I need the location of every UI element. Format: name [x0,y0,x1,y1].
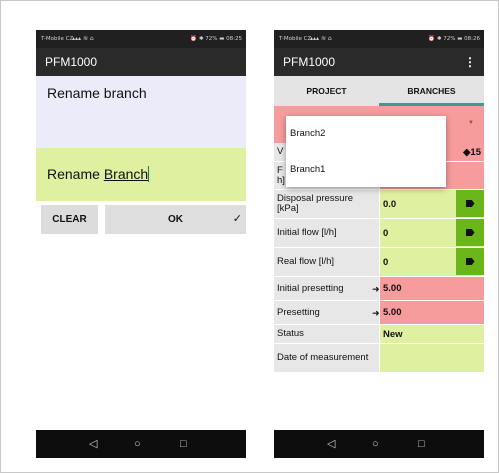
property-row-presetting: Presetting ➜ 5.00 [274,301,484,325]
back-icon[interactable]: ◁ [89,430,97,458]
ok-button[interactable]: OK ✓ [105,205,246,234]
tab-project[interactable]: PROJECT [274,76,379,106]
arrow-right-icon: ➜ [372,307,380,318]
recent-apps-icon[interactable]: □ [180,430,187,458]
nav-bar: ◁ ○ □ [274,430,484,458]
overflow-menu-icon[interactable]: ⋮ [464,48,476,76]
property-value: 0 [380,248,484,277]
measure-button[interactable] [456,219,484,246]
home-icon[interactable]: ○ [134,430,141,458]
property-row-status: Status New [274,325,484,344]
clear-button[interactable]: CLEAR [41,205,98,234]
property-label: Real flow [l/h] [274,248,379,277]
text-cursor [148,166,150,182]
property-value[interactable] [380,344,484,373]
measure-button[interactable] [456,190,484,217]
property-row-initial-flow: Initial flow [l/h] 0 [274,219,484,248]
property-label: Status [274,325,379,344]
dropdown-item-branch1[interactable]: Branch1 [286,152,446,187]
app-title: PFM1000 [283,55,336,69]
status-right: ⏰ ✱ 72% ▬ 08:26 [428,36,480,42]
app-title: PFM1000 [45,55,98,69]
tag-icon [465,200,475,207]
recent-apps-icon[interactable]: □ [418,430,425,458]
carrier-label: T-Mobile CZ [279,36,312,42]
property-label: Presetting ➜ [274,301,380,325]
tab-branches[interactable]: BRANCHES [379,76,484,106]
property-value: 0 [380,219,484,248]
arrow-right-icon: ➜ [372,283,380,294]
back-icon[interactable]: ◁ [327,430,335,458]
property-label: Initial presetting ➜ [274,277,380,301]
rename-input[interactable]: Rename Branch [36,148,246,201]
rename-input-edited: Branch [103,166,149,182]
nav-bar: ◁ ○ □ [36,430,246,458]
property-label: Disposal pressure [kPa] [274,190,379,219]
screenshot-frame: T-Mobile CZ ▴▴▴ ≋ ⌂ ⏰ ✱ 72% ▬ 08:25 PFM1… [0,0,499,473]
measure-button[interactable] [456,248,484,275]
branch-dropdown: Branch2 Branch1 [286,116,446,187]
status-right: ⏰ ✱ 72% ▬ 08:25 [190,36,242,42]
property-value: 0.0 [380,190,484,219]
property-label: Date of measurement [274,344,379,373]
home-icon[interactable]: ○ [372,430,379,458]
tag-icon [465,258,475,265]
property-row-initial-presetting: Initial presetting ➜ 5.00 [274,277,484,301]
signal-icon: ▴▴▴ ≋ ⌂ [310,35,332,42]
status-bar: T-Mobile CZ ▴▴▴ ≋ ⌂ ⏰ ✱ 72% ▬ 08:25 [36,30,246,48]
property-value[interactable]: 5.00 [380,277,484,301]
status-bar: T-Mobile CZ ▴▴▴ ≋ ⌂ ⏰ ✱ 72% ▬ 08:26 [274,30,484,48]
value-prefix-icon: ◆ [463,146,471,158]
property-value[interactable]: 5.00 [380,301,484,325]
property-label: Initial flow [l/h] [274,219,379,248]
tag-icon [465,229,475,236]
property-row-disposal-pressure: Disposal pressure [kPa] 0.0 [274,190,484,219]
signal-icon: ▴▴▴ ≋ ⌂ [72,35,94,42]
property-value: New [380,325,484,344]
dialog-title-text: Rename branch [47,85,147,101]
app-bar: PFM1000 [36,48,246,76]
property-row-real-flow: Real flow [l/h] 0 [274,248,484,277]
carrier-label: T-Mobile CZ [41,36,74,42]
dropdown-item-branch2[interactable]: Branch2 [286,116,446,151]
dialog-title: Rename branch [36,76,246,148]
ok-label: OK [168,214,183,225]
dropdown-arrow-icon: ▼ [468,120,474,126]
property-row-date: Date of measurement [274,344,484,373]
rename-input-prefix: Rename [47,166,104,182]
phone-rename-screen: T-Mobile CZ ▴▴▴ ≋ ⌂ ⏰ ✱ 72% ▬ 08:25 PFM1… [36,30,246,458]
check-icon: ✓ [232,213,242,225]
phone-branches-screen: T-Mobile CZ ▴▴▴ ≋ ⌂ ⏰ ✱ 72% ▬ 08:26 PFM1… [274,30,484,458]
app-bar: PFM1000 ⋮ [274,48,484,76]
tab-bar: PROJECT BRANCHES [274,76,484,106]
